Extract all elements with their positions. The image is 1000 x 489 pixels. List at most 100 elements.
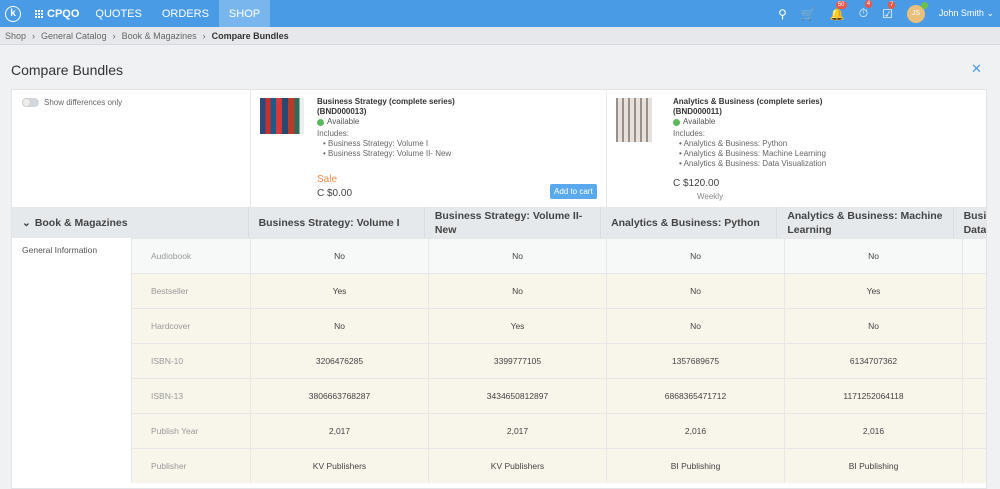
product-name[interactable]: Analytics & Business (complete series) [673, 97, 923, 107]
cell-value: 2,016 [606, 414, 784, 448]
column-header: Analytics & Business: Machine Learning [776, 207, 952, 238]
cell-value: KV Publishers [250, 449, 428, 483]
cell-value: No [428, 239, 606, 273]
cell-value: 3434650812897 [428, 379, 606, 413]
column-header: Analytics & Business: Data Visualization [952, 207, 986, 238]
group-label: General Information [22, 245, 98, 255]
cell-value: Yes [784, 274, 962, 308]
product-price: C $120.00 [673, 178, 720, 189]
tasks-badge: 4 [864, 0, 873, 8]
cell-value [962, 379, 986, 413]
nav-orders[interactable]: ORDERS [152, 0, 219, 27]
category-toggle[interactable]: ⌄ Book & Magazines [12, 207, 248, 238]
product-price: C $0.00 [317, 188, 353, 199]
cell-value: BI Publishing [784, 449, 962, 483]
cell-value [962, 239, 986, 273]
top-nav-bar: k CPQO QUOTES ORDERS SHOP ⚲ 🛒 🔔 50 ⏱ 4 ☑ 7 … [0, 0, 1000, 27]
cell-value: No [606, 239, 784, 273]
app-menu-button[interactable]: CPQO [35, 8, 79, 20]
breadcrumb-current: Compare Bundles [211, 30, 289, 41]
approvals-icon[interactable]: ☑ 7 [882, 0, 896, 21]
product-code: (BND000011) [673, 107, 722, 116]
cell-value [962, 274, 986, 308]
chevron-right-icon: › [202, 30, 206, 41]
table-row: ISBN-13 3806663768287 3434650812897 6868365… [131, 378, 986, 413]
logo-icon[interactable]: k [5, 5, 21, 22]
included-item: • Business Strategy: Volume II- New [323, 149, 452, 158]
close-icon[interactable]: ✕ [971, 61, 982, 77]
availability-status: Available [327, 117, 360, 126]
show-differences-toggle[interactable]: Show differences only [22, 98, 122, 107]
product-image [616, 98, 652, 142]
user-name: John Smith [938, 8, 984, 18]
cell-value [962, 414, 986, 448]
cell-value: 2,016 [784, 414, 962, 448]
cell-value: Yes [428, 309, 606, 343]
cell-value: KV Publishers [428, 449, 606, 483]
included-item: • Analytics & Business: Python [679, 139, 788, 148]
cell-value [962, 344, 986, 378]
online-status-icon [920, 1, 928, 9]
table-row: Hardcover No Yes No No [131, 308, 986, 343]
cell-value: 3806663768287 [250, 379, 428, 413]
page-title: Compare Bundles [11, 62, 124, 78]
attribute-label: ISBN-10 [131, 344, 250, 378]
table-row: Publisher KV Publishers KV Publishers BI Pu… [131, 448, 986, 483]
table-row: Audiobook No No No No [131, 238, 986, 273]
tasks-icon[interactable]: ⏱ 4 [859, 0, 873, 21]
category-label: Book & Magazines [34, 216, 128, 229]
breadcrumb-category[interactable]: Book & Magazines [122, 31, 197, 41]
cell-value: 1357689675 [606, 344, 784, 378]
included-item: • Business Strategy: Volume I [323, 139, 429, 148]
check-circle-icon [317, 118, 324, 126]
avatar[interactable]: JS [906, 1, 928, 23]
cell-value [962, 309, 986, 343]
table-row: ISBN-10 3206476285 3399777105 1357689675 613… [131, 343, 986, 378]
nav-shop[interactable]: SHOP [218, 0, 271, 27]
table-row: Publish Year 2,017 2,017 2,016 2,016 [131, 413, 986, 448]
included-item: • Analytics & Business: Machine Learning [679, 149, 826, 158]
nav-quotes[interactable]: QUOTES [85, 0, 151, 27]
cell-value [962, 449, 986, 483]
brand-label: CPQO [47, 7, 80, 20]
cell-value: 2,017 [428, 414, 606, 448]
cell-value: 1171252064118 [784, 379, 962, 413]
product-name[interactable]: Business Strategy (complete series) [317, 97, 567, 107]
attribute-label: Bestseller [131, 274, 250, 308]
product-card: Analytics & Business (complete series) (… [606, 90, 986, 207]
check-circle-icon [673, 118, 680, 126]
chevron-right-icon: › [112, 30, 116, 41]
breadcrumb: Shop › General Catalog › Book & Magazines ›… [0, 27, 1000, 45]
attribute-label: Hardcover [131, 309, 250, 343]
product-image [260, 98, 304, 134]
cell-value: No [250, 309, 428, 343]
attribute-label: Audiobook [131, 239, 250, 273]
cell-value: No [250, 239, 428, 273]
toggle-switch[interactable] [22, 98, 39, 107]
cell-value: No [784, 239, 962, 273]
breadcrumb-catalog[interactable]: General Catalog [41, 31, 107, 41]
column-header: Business Strategy: Volume I [247, 207, 424, 238]
cart-icon[interactable]: 🛒 [801, 7, 816, 21]
breadcrumb-shop[interactable]: Shop [5, 31, 26, 41]
cell-value: 6134707362 [784, 344, 962, 378]
product-card: Business Strategy (complete series) (BND… [250, 90, 606, 207]
user-menu[interactable]: John Smith ⌄ [939, 8, 994, 19]
cell-value: BI Publishing [606, 449, 784, 483]
table-row: Bestseller Yes No No Yes [131, 273, 986, 308]
attribute-label: ISBN-13 [131, 379, 250, 413]
includes-label: Includes: [673, 129, 706, 138]
cell-value: No [428, 274, 606, 308]
column-header: Analytics & Business: Python [600, 207, 776, 238]
bell-icon[interactable]: 🔔 50 [830, 0, 847, 21]
cell-value: 6868365471712 [606, 379, 784, 413]
included-item: • Analytics & Business: Data Visualizati… [679, 159, 827, 168]
chevron-down-icon: ⌄ [986, 8, 994, 18]
chevron-down-icon: ⌄ [22, 216, 31, 229]
cell-value: 2,017 [250, 414, 428, 448]
search-icon[interactable]: ⚲ [778, 7, 787, 21]
chevron-right-icon: › [32, 30, 36, 41]
add-to-cart-button[interactable]: Add to cart [550, 184, 597, 199]
column-header: Business Strategy: Volume II- New [423, 207, 600, 238]
cell-value: 3206476285 [250, 344, 428, 378]
